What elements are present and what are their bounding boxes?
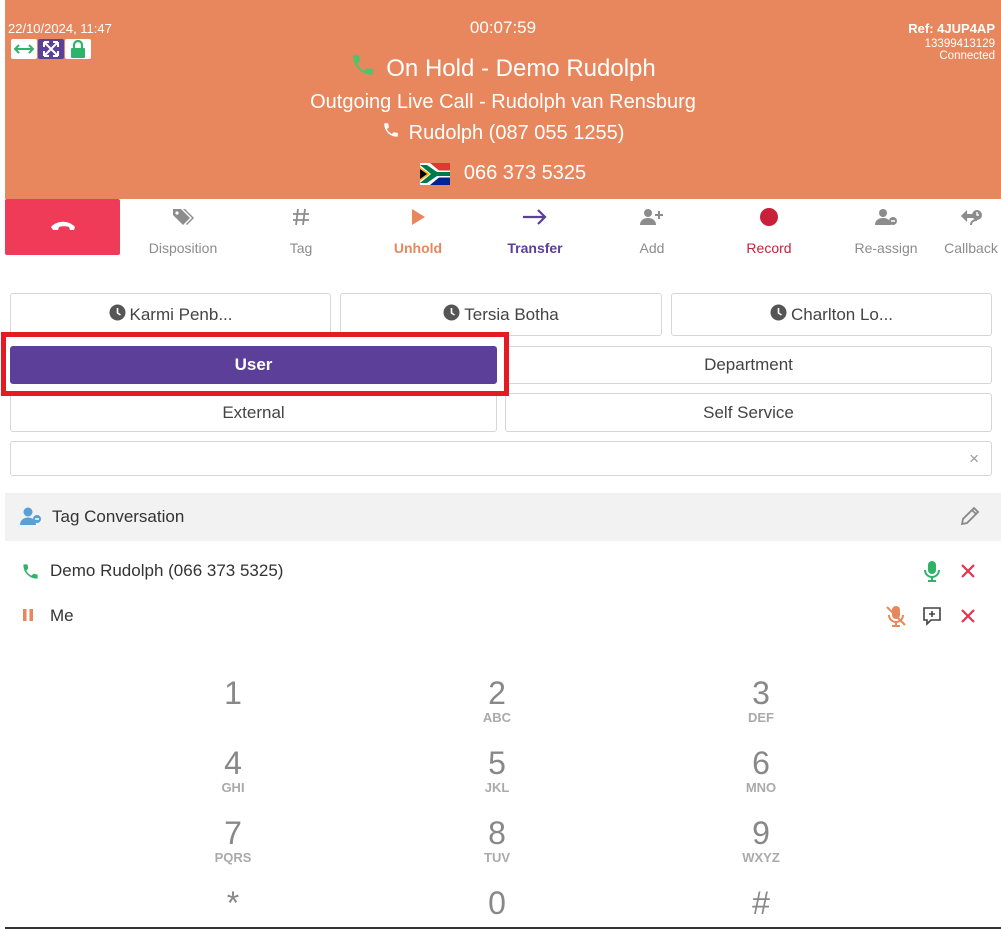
keypad-key-hash[interactable]: # (701, 885, 821, 921)
play-icon (362, 206, 474, 228)
keypad-key-0[interactable]: 0 (437, 885, 557, 921)
whisper-icon[interactable] (919, 605, 945, 627)
unhold-button[interactable]: Unhold (362, 199, 474, 256)
record-label: Record (746, 240, 792, 256)
keypad-key-7[interactable]: 7 PQRS (173, 815, 293, 865)
keypad-key-8[interactable]: 8 TUV (437, 815, 557, 865)
keypad-key-5[interactable]: 5 JKL (437, 745, 557, 795)
tag-conversation-label: Tag Conversation (52, 507, 185, 526)
remove-participant-icon[interactable] (955, 605, 981, 627)
dialed-number-line: 066 373 5325 (5, 162, 1001, 185)
call-title-text: On Hold - Demo Rudolph (386, 54, 656, 82)
hangup-phone-icon (50, 218, 76, 236)
caller-line: Rudolph (087 055 1255) (5, 121, 1001, 145)
keypad-key-9[interactable]: 9 WXYZ (701, 815, 821, 865)
reassign-label: Re-assign (854, 240, 918, 256)
keypad-key-6[interactable]: 6 MNO (701, 745, 821, 795)
call-reference-number: 13399413129 (924, 38, 995, 50)
filter-department-button[interactable]: Department (505, 346, 992, 384)
transfer-label: Transfer (507, 240, 563, 256)
tag-label: Tag (289, 240, 313, 256)
callback-icon (927, 206, 1001, 228)
recent-contact-name: Tersia Botha (464, 304, 559, 324)
recent-contact-button[interactable]: Karmi Penb... (10, 293, 331, 336)
participant-row: Me (5, 597, 1001, 637)
participant-name: Me (50, 606, 74, 625)
call-title: On Hold - Demo Rudolph (5, 52, 1001, 85)
record-button[interactable]: Record (713, 199, 825, 256)
call-timer: 00:07:59 (469, 18, 537, 37)
record-dot-icon (713, 206, 825, 228)
recent-contact-name: Karmi Penb... (129, 304, 233, 324)
keypad-key-1[interactable]: 1 (173, 675, 293, 711)
clock-icon (770, 304, 787, 326)
disposition-label: Disposition (148, 240, 218, 256)
dialed-number: 066 373 5325 (463, 162, 587, 184)
transfer-button[interactable]: Transfer (479, 199, 591, 256)
highlight-box (1, 332, 509, 396)
call-subtitle: Outgoing Live Call - Rudolph van Rensbur… (310, 91, 696, 113)
disposition-button[interactable]: Disposition (127, 199, 239, 256)
participant-row: Demo Rudolph (066 373 5325) (5, 552, 1001, 592)
callback-label: Callback (944, 240, 998, 256)
filter-external-button[interactable]: External (10, 393, 497, 432)
call-toolbar: Disposition Tag Unhold Transfer Add Reco… (5, 199, 1001, 256)
phone-icon (21, 562, 40, 586)
tag-conversation-bar[interactable]: Tag Conversation (5, 493, 1001, 541)
recent-contact-name: Charlton Lo... (790, 304, 894, 324)
participant-actions (919, 560, 981, 582)
pause-icon (21, 607, 35, 628)
keypad-key-3[interactable]: 3 DEF (701, 675, 821, 725)
add-button[interactable]: Add (596, 199, 708, 256)
remove-participant-icon[interactable] (955, 560, 981, 582)
phone-icon (350, 52, 376, 85)
reassign-button[interactable]: Re-assign (830, 199, 942, 256)
pencil-icon[interactable] (959, 505, 981, 532)
microphone-muted-icon[interactable] (883, 605, 909, 627)
participant-name: Demo Rudolph (066 373 5325) (50, 561, 284, 580)
tags-icon (127, 206, 239, 228)
tag-button[interactable]: Tag (245, 199, 357, 256)
user-reassign-icon (830, 206, 942, 228)
clear-search-icon[interactable]: × (969, 449, 979, 469)
clock-icon (443, 304, 460, 326)
recent-contact-button[interactable]: Tersia Botha (340, 293, 662, 336)
filter-self-service-button[interactable]: Self Service (505, 393, 992, 432)
users-tag-icon (19, 506, 43, 531)
keypad-key-2[interactable]: 2 ABC (437, 675, 557, 725)
recent-contact-button[interactable]: Charlton Lo... (671, 293, 992, 336)
user-plus-icon (596, 206, 708, 228)
call-header: 22/10/2024, 11:47 00:07:59 Ref: 4JUP4AP … (5, 0, 1001, 199)
clock-icon (109, 304, 126, 326)
search-input[interactable]: × (10, 441, 992, 476)
arrow-right-icon (479, 206, 591, 228)
keypad-key-star[interactable]: * (173, 885, 293, 921)
callback-button[interactable]: Callback (927, 199, 1001, 256)
south-africa-flag-icon (419, 162, 450, 185)
phone-icon (382, 121, 400, 145)
call-reference: Ref: 4JUP4AP (908, 21, 995, 36)
hangup-button[interactable] (5, 199, 120, 255)
hash-icon (245, 206, 357, 228)
keypad-key-4[interactable]: 4 GHI (173, 745, 293, 795)
microphone-icon[interactable] (919, 560, 945, 582)
caller-text: Rudolph (087 055 1255) (408, 121, 625, 144)
unhold-label: Unhold (393, 240, 443, 256)
add-label: Add (639, 240, 665, 256)
participant-actions (883, 605, 981, 627)
